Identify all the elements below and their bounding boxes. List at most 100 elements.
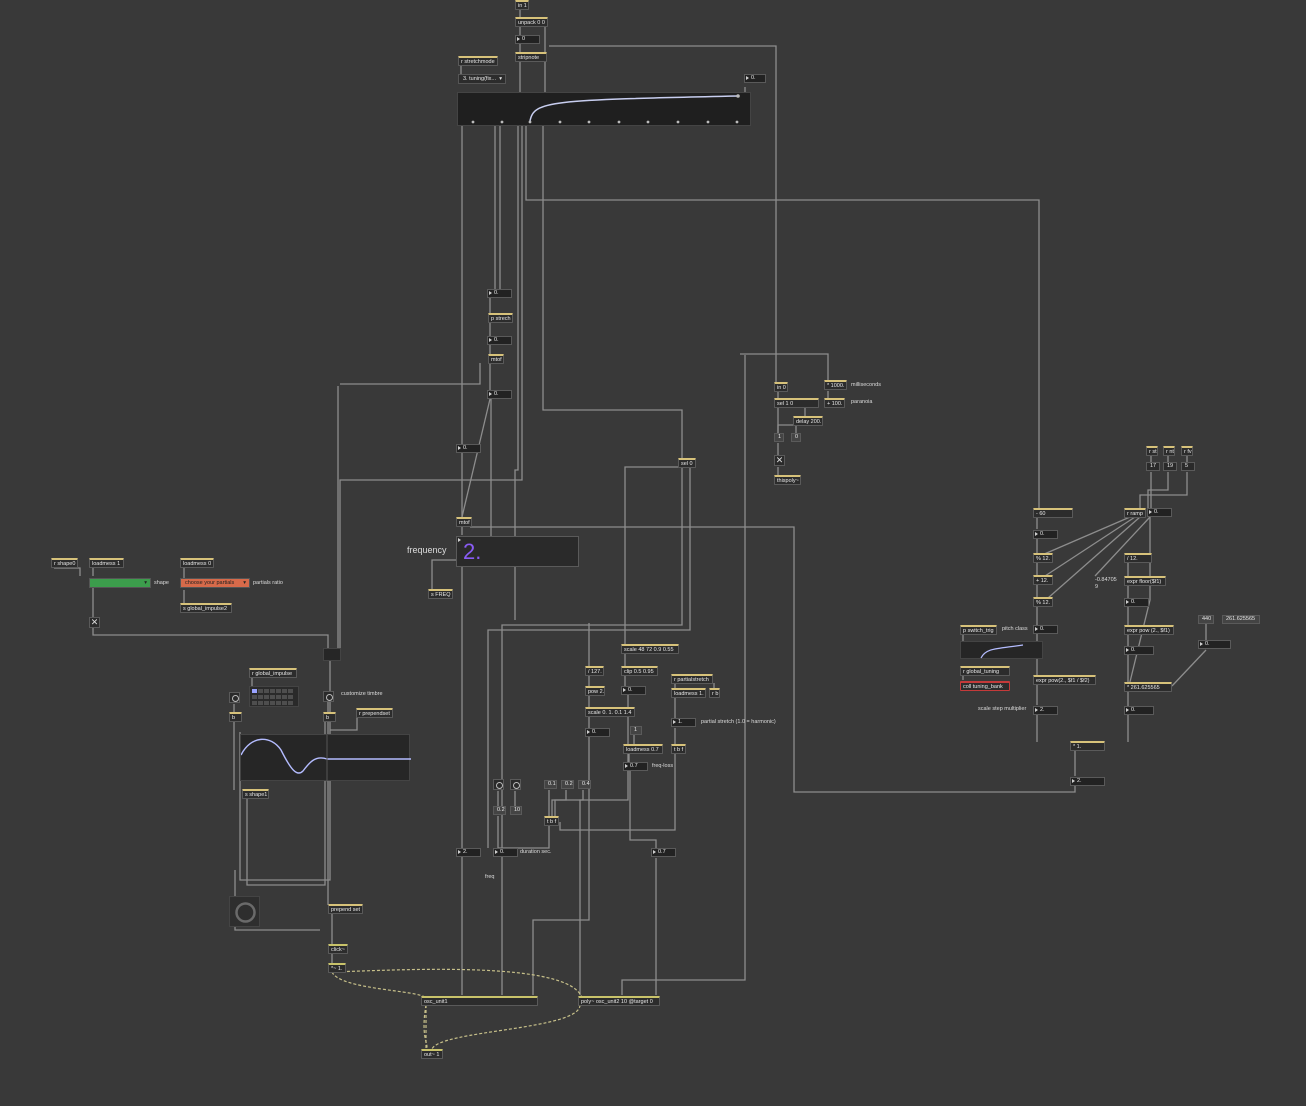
r-ramp-object[interactable]: r ramp: [1124, 508, 1146, 518]
thispoly-object[interactable]: thispoly~: [774, 475, 801, 485]
message-02a[interactable]: 0.2: [561, 780, 574, 789]
mini-slider-grid[interactable]: [323, 648, 341, 661]
message-04[interactable]: 0.4: [578, 780, 591, 789]
dac-button[interactable]: [229, 896, 260, 927]
step-number[interactable]: 2.: [1033, 706, 1058, 715]
waveform-display[interactable]: [240, 734, 411, 782]
duration-number[interactable]: 0.: [493, 848, 518, 857]
expr-floor-object[interactable]: expr floor($f1): [1124, 576, 1166, 586]
stripnote-object[interactable]: stripnote: [515, 52, 547, 62]
pow-number[interactable]: 0.: [1124, 646, 1154, 655]
frequency-flonum[interactable]: 2.: [456, 536, 579, 567]
sel-0-object[interactable]: sel 0: [678, 458, 696, 468]
p-switch-trig-object[interactable]: p switch_trig: [960, 625, 997, 635]
number-19[interactable]: 19: [1163, 462, 1177, 471]
message-1b[interactable]: 1: [774, 433, 784, 442]
pow-2-object[interactable]: pow 2.: [585, 686, 605, 696]
in1-object[interactable]: in 1: [515, 0, 529, 10]
unpack-number[interactable]: 0: [515, 35, 540, 44]
top-right-number[interactable]: 0.: [744, 74, 766, 83]
message-10[interactable]: 10: [510, 806, 522, 815]
function-graph[interactable]: [457, 92, 751, 126]
r-global-tuning-object[interactable]: r global_tuning: [960, 666, 1010, 676]
number-b1[interactable]: 0.: [1033, 530, 1058, 539]
b-object-2[interactable]: b: [323, 712, 336, 722]
final-number[interactable]: 2.: [1070, 777, 1105, 786]
div-12-object[interactable]: / 12.: [1124, 553, 1152, 563]
prepend-set-object[interactable]: prepend set: [328, 904, 363, 914]
message-02b[interactable]: 0.2: [493, 806, 506, 815]
tbf-object-2[interactable]: t b f: [544, 816, 559, 826]
mtof-object-2[interactable]: mtof: [456, 517, 472, 527]
impulse-matrix[interactable]: [249, 686, 299, 707]
loadmess-1-object[interactable]: loadmess 1: [89, 558, 124, 568]
times-261-object[interactable]: * 261.625565: [1124, 682, 1172, 692]
sel-1-0-object[interactable]: sel 1 0: [774, 398, 819, 408]
message-0[interactable]: 0: [791, 433, 801, 442]
mtof-object-1[interactable]: mtof: [488, 354, 504, 364]
mod-12b-object[interactable]: % 12.: [1033, 597, 1053, 607]
in-0-object[interactable]: in 0: [774, 382, 788, 392]
r-nt-object[interactable]: r nt: [1163, 446, 1175, 456]
scale-01-object[interactable]: scale 0. 1. 0.1 1.4: [585, 707, 635, 717]
floor-number[interactable]: 0.: [1124, 598, 1149, 607]
plus-12-object[interactable]: + 12.: [1033, 575, 1053, 585]
r-global-impulse-object[interactable]: r global_impulse: [249, 668, 297, 678]
div-127-object[interactable]: / 127.: [585, 666, 604, 676]
poly-object[interactable]: poly~ osc_unit2 10 @target 0: [578, 996, 660, 1006]
scale-number[interactable]: 0.: [585, 728, 610, 737]
partial-stretch-number[interactable]: 1.: [671, 718, 696, 727]
bang-button-2[interactable]: [510, 779, 521, 790]
s-global-impulse2-object[interactable]: s global_impulse2: [180, 603, 232, 613]
clip-object[interactable]: clip 0.5 0.95: [621, 666, 658, 676]
loadmess-07-object[interactable]: loadmess 0.7: [623, 744, 663, 754]
message-440[interactable]: 440: [1198, 615, 1214, 624]
loadmess-1b-object[interactable]: loadmess 1.: [671, 688, 706, 698]
expr-pow-object[interactable]: expr pow (2., $f1): [1124, 625, 1174, 635]
number-5[interactable]: 5: [1181, 462, 1195, 471]
number-a4[interactable]: 0.: [456, 444, 481, 453]
b-object-1[interactable]: b: [229, 712, 242, 722]
times-1-object[interactable]: * 1.: [1070, 741, 1105, 751]
pitch-class-number[interactable]: 0.: [1033, 625, 1058, 634]
bang-button-3[interactable]: [229, 692, 240, 703]
bang-button-4[interactable]: [323, 691, 334, 702]
scale-48-object[interactable]: scale 48 72 0.9 0.55: [621, 644, 679, 654]
number-07b[interactable]: 0.7: [651, 848, 676, 857]
number-2[interactable]: 2.: [456, 848, 481, 857]
times-1-signal-object[interactable]: *~ 1.: [328, 963, 346, 973]
osc-unit1-object[interactable]: osc_unit1: [421, 996, 538, 1006]
s-shape1-object[interactable]: s shape1: [242, 789, 269, 799]
r-partialstretch-object[interactable]: r partialstretch: [671, 674, 713, 684]
message-261[interactable]: 261.625565: [1222, 615, 1260, 624]
clip-number[interactable]: 0.: [621, 686, 646, 695]
number-261[interactable]: 0.: [1124, 706, 1154, 715]
s-freq-object[interactable]: s FREQ: [428, 589, 453, 599]
number-17[interactable]: 17: [1146, 462, 1160, 471]
message-01[interactable]: 0.1: [544, 780, 557, 789]
plus-100-object[interactable]: + 100.: [824, 398, 845, 408]
loadmess-0-object[interactable]: loadmess 0: [180, 558, 214, 568]
toggle-close-icon[interactable]: ✕: [774, 455, 785, 466]
r-prependset-object[interactable]: r prependset: [356, 708, 393, 718]
minus-60-object[interactable]: - 60: [1033, 508, 1073, 518]
number-a3[interactable]: 0.: [487, 390, 512, 399]
mod-12a-object[interactable]: % 12.: [1033, 553, 1053, 563]
r-b-object[interactable]: r b: [709, 688, 720, 698]
number-a2[interactable]: 0.: [487, 336, 512, 345]
number-07a[interactable]: 0.7: [623, 762, 648, 771]
click-object[interactable]: click~: [328, 944, 348, 954]
p-strech-object[interactable]: p strech: [488, 313, 513, 323]
partials-menu[interactable]: choose your partials ▾: [180, 578, 250, 588]
delay-object[interactable]: delay 200.: [793, 416, 823, 426]
shape-menu[interactable]: ▾: [89, 578, 151, 588]
tbf-object-1[interactable]: t b f: [671, 744, 686, 754]
ramp-number[interactable]: 0.: [1147, 508, 1172, 517]
r-shape0-object[interactable]: r shape0: [51, 558, 78, 568]
number-440[interactable]: 0.: [1198, 640, 1231, 649]
tuning-menu[interactable]: 3. tuning(fix... ▾: [458, 74, 506, 84]
unpack-object[interactable]: unpack 0 0: [515, 17, 548, 27]
r-st-object[interactable]: r st: [1146, 446, 1158, 456]
coll-tuning-bank-object[interactable]: coll tuning_bank: [960, 681, 1010, 691]
message-1[interactable]: 1: [630, 726, 642, 735]
